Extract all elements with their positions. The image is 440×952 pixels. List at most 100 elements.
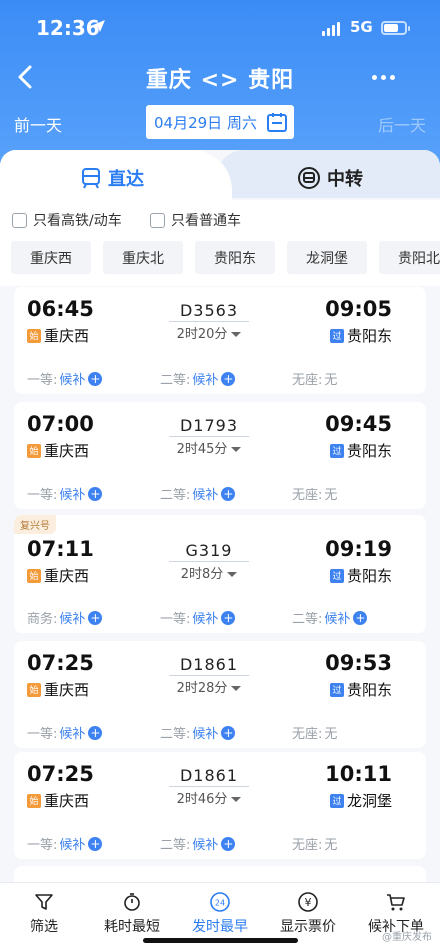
- add-waitlist-icon[interactable]: +: [221, 610, 236, 625]
- train-number: D1793: [179, 416, 239, 435]
- to-station: 过贵阳东: [329, 325, 392, 346]
- start-badge: 始: [27, 682, 41, 697]
- station-filter-row: 重庆西 重庆北 贵阳东 龙洞堡 贵阳北: [0, 236, 440, 286]
- tab-direct-label: 直达: [108, 169, 144, 190]
- train-icon: [82, 168, 100, 189]
- tab-transfer[interactable]: 中转: [215, 150, 440, 198]
- arrival-time: 09:05: [325, 297, 392, 321]
- seat-status: 候补: [192, 373, 219, 388]
- filter-normal[interactable]: 只看普通车: [150, 210, 241, 230]
- nav-show-price[interactable]: ¥ 显示票价: [264, 891, 352, 936]
- add-waitlist-icon[interactable]: +: [88, 610, 103, 625]
- filter-icon: [35, 894, 53, 910]
- seat-second-class[interactable]: 二等: 候补 +: [160, 834, 236, 853]
- divider: [169, 321, 249, 322]
- arrival-time: 09:45: [325, 412, 392, 436]
- station-chip[interactable]: 重庆北: [103, 241, 183, 274]
- seat-no-seat: 无座: 无: [292, 834, 337, 853]
- from-station: 始重庆西: [27, 565, 89, 586]
- add-waitlist-icon[interactable]: +: [88, 836, 103, 851]
- divider: [169, 436, 249, 437]
- duration-dropdown[interactable]: 2时46分: [154, 788, 264, 807]
- tab-direct[interactable]: 直达: [0, 150, 232, 200]
- seat-business-class[interactable]: 商务: 候补 +: [27, 608, 103, 627]
- add-waitlist-icon[interactable]: +: [221, 725, 236, 740]
- from-station: 始重庆西: [27, 325, 89, 346]
- train-card[interactable]: 07:25 D1861 09:53 2时28分 始重庆西 过贵阳东 一等: 候补 +…: [14, 641, 426, 748]
- from-station: 始重庆西: [27, 790, 89, 811]
- filter-high-speed[interactable]: 只看高铁/动车: [12, 210, 122, 230]
- duration-dropdown[interactable]: 2时20分: [154, 323, 264, 342]
- tab-bar: 中转 直达: [0, 150, 440, 200]
- location-arrow-icon: [93, 20, 105, 32]
- seat-status: 候补: [324, 612, 351, 627]
- seat-status: 候补: [59, 373, 86, 388]
- train-card[interactable]: 06:45 D3563 09:05 2时20分 始重庆西 过贵阳东 一等: 候补 +…: [14, 287, 426, 394]
- pass-badge: 过: [329, 568, 344, 583]
- add-waitlist-icon[interactable]: +: [221, 836, 236, 851]
- seat-second-class[interactable]: 二等: 候补 +: [292, 608, 368, 627]
- more-options-icon[interactable]: [372, 64, 402, 90]
- add-waitlist-icon[interactable]: +: [353, 610, 368, 625]
- train-card[interactable]: 复兴号 07:11 G319 09:19 2时8分 始重庆西 过贵阳东 商务: 候…: [14, 515, 426, 633]
- from-station: 始重庆西: [27, 440, 89, 461]
- prev-day-button[interactable]: 前一天: [14, 112, 62, 136]
- seat-name: 无座:: [292, 488, 323, 503]
- seat-second-class[interactable]: 二等: 候补 +: [160, 369, 236, 388]
- nav-filter[interactable]: 筛选: [0, 891, 88, 936]
- seat-name: 一等:: [160, 612, 191, 627]
- nav-label: 发时最早: [192, 919, 248, 935]
- station-chip[interactable]: 重庆西: [11, 241, 91, 274]
- nav-label: 筛选: [30, 919, 58, 935]
- home-indicator[interactable]: [143, 938, 298, 943]
- pass-badge: 过: [329, 682, 344, 697]
- train-number: D1861: [179, 655, 239, 674]
- filter-label: 只看普通车: [171, 213, 241, 229]
- seat-first-class[interactable]: 一等: 候补 +: [160, 608, 236, 627]
- departure-time: 06:45: [27, 297, 94, 321]
- duration-dropdown[interactable]: 2时28分: [154, 677, 264, 696]
- seat-name: 无座:: [292, 727, 323, 742]
- nav-earliest[interactable]: 24 发时最早: [176, 891, 264, 936]
- add-waitlist-icon[interactable]: +: [221, 371, 236, 386]
- duration-dropdown[interactable]: 2时45分: [154, 438, 264, 457]
- station-chip[interactable]: 贵阳东: [195, 241, 275, 274]
- checkbox[interactable]: [150, 212, 165, 228]
- start-badge: 始: [27, 328, 41, 343]
- seat-first-class[interactable]: 一等: 候补 +: [27, 834, 103, 853]
- checkbox[interactable]: [12, 212, 27, 228]
- yen-text: ¥: [305, 896, 312, 909]
- train-number: G319: [185, 541, 233, 560]
- station-chip[interactable]: 龙洞堡: [287, 241, 367, 274]
- seat-status: 候补: [59, 488, 86, 503]
- filter-row: 只看高铁/动车 只看普通车: [0, 200, 440, 236]
- divider: [169, 675, 249, 676]
- train-card[interactable]: 07:25 D1861 10:11 2时46分 始重庆西 过龙洞堡 一等: 候补 +…: [14, 752, 426, 859]
- add-waitlist-icon[interactable]: +: [221, 486, 236, 501]
- train-card[interactable]: 07:00 D1793 09:45 2时45分 始重庆西 过贵阳东 一等: 候补 +…: [14, 402, 426, 509]
- status-bar: 12:36 5G: [0, 16, 440, 44]
- next-day-button[interactable]: 后一天: [378, 112, 426, 136]
- signal-icon: [322, 22, 340, 36]
- seat-second-class[interactable]: 二等: 候补 +: [160, 484, 236, 503]
- seat-name: 二等:: [160, 373, 191, 388]
- add-waitlist-icon[interactable]: +: [88, 725, 103, 740]
- seat-status: 候补: [59, 838, 86, 853]
- pass-badge: 过: [329, 328, 344, 343]
- from-station-label: 重庆西: [44, 681, 90, 699]
- pass-badge: 过: [329, 443, 344, 458]
- seat-status: 候补: [192, 838, 219, 853]
- seat-status: 候补: [192, 612, 219, 627]
- seat-first-class[interactable]: 一等: 候补 +: [27, 369, 103, 388]
- nav-shortest[interactable]: 耗时最短: [88, 891, 176, 936]
- add-waitlist-icon[interactable]: +: [88, 371, 103, 386]
- date-picker[interactable]: 04月29日 周六: [146, 105, 294, 139]
- duration-dropdown[interactable]: 2时8分: [154, 563, 264, 582]
- seat-second-class[interactable]: 二等: 候补 +: [160, 723, 236, 742]
- to-station: 过贵阳东: [329, 679, 392, 700]
- station-chip[interactable]: 贵阳北: [379, 241, 440, 274]
- to-station-label: 贵阳东: [346, 327, 392, 345]
- seat-first-class[interactable]: 一等: 候补 +: [27, 723, 103, 742]
- add-waitlist-icon[interactable]: +: [88, 486, 103, 501]
- seat-first-class[interactable]: 一等: 候补 +: [27, 484, 103, 503]
